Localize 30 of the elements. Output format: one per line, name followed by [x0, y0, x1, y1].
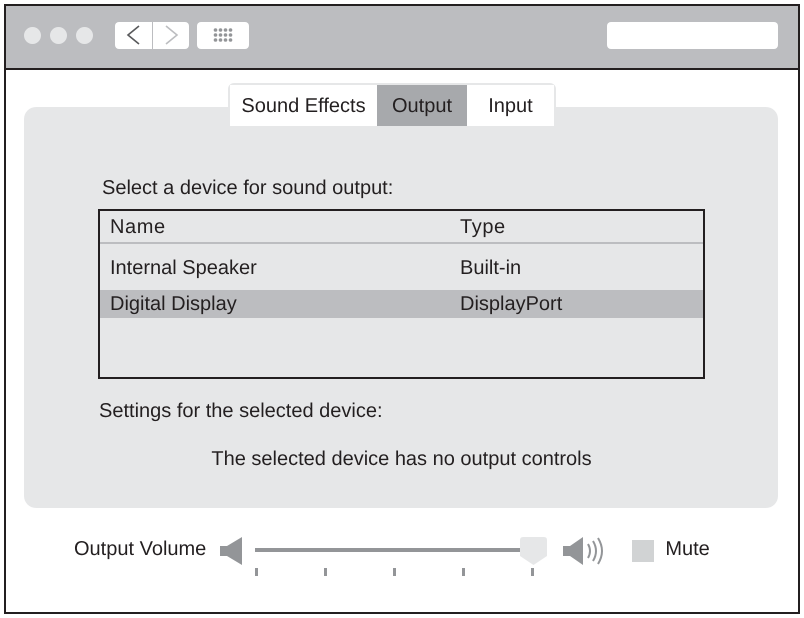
column-header[interactable]: Name — [110, 214, 166, 240]
slider-tick-mark — [324, 568, 328, 576]
settings-heading: Settings for the selected device: — [99, 399, 382, 424]
window-control-icon[interactable] — [24, 26, 41, 44]
slider-tick-mark — [462, 568, 466, 576]
tab[interactable]: Output — [377, 85, 467, 126]
dots-grid-icon — [213, 28, 233, 42]
speaker-quiet-icon — [220, 537, 242, 565]
search-field[interactable] — [607, 22, 778, 48]
mute-checkbox[interactable] — [632, 540, 654, 562]
table-cell-text: Internal Speaker — [110, 256, 257, 281]
app-grid-button[interactable] — [197, 22, 249, 48]
table-cell-text: DisplayPort — [460, 292, 562, 317]
table-cell-text: Digital Display — [110, 292, 237, 317]
mute-label: Mute — [665, 537, 710, 562]
slider-tick-mark — [255, 568, 258, 576]
slider-tick-mark — [531, 568, 534, 576]
column-header[interactable]: Type — [460, 214, 506, 240]
table-cell-text: Built-in — [460, 256, 522, 281]
window-control-icon[interactable] — [76, 26, 93, 44]
slider-tick-mark — [393, 568, 396, 576]
table-row[interactable]: Internal Speaker Built-in — [100, 254, 703, 282]
back-button[interactable] — [115, 22, 152, 48]
chevron-left-icon — [124, 24, 142, 46]
no-controls-message: The selected device has no output controls — [211, 447, 592, 472]
table-row[interactable]: Digital Display DisplayPort — [100, 290, 703, 318]
volume-label: Output Volume — [74, 537, 206, 562]
slider-thumb[interactable] — [520, 537, 548, 565]
device-prompt: Select a device for sound output: — [102, 176, 394, 201]
window-control-icon[interactable] — [50, 26, 67, 44]
